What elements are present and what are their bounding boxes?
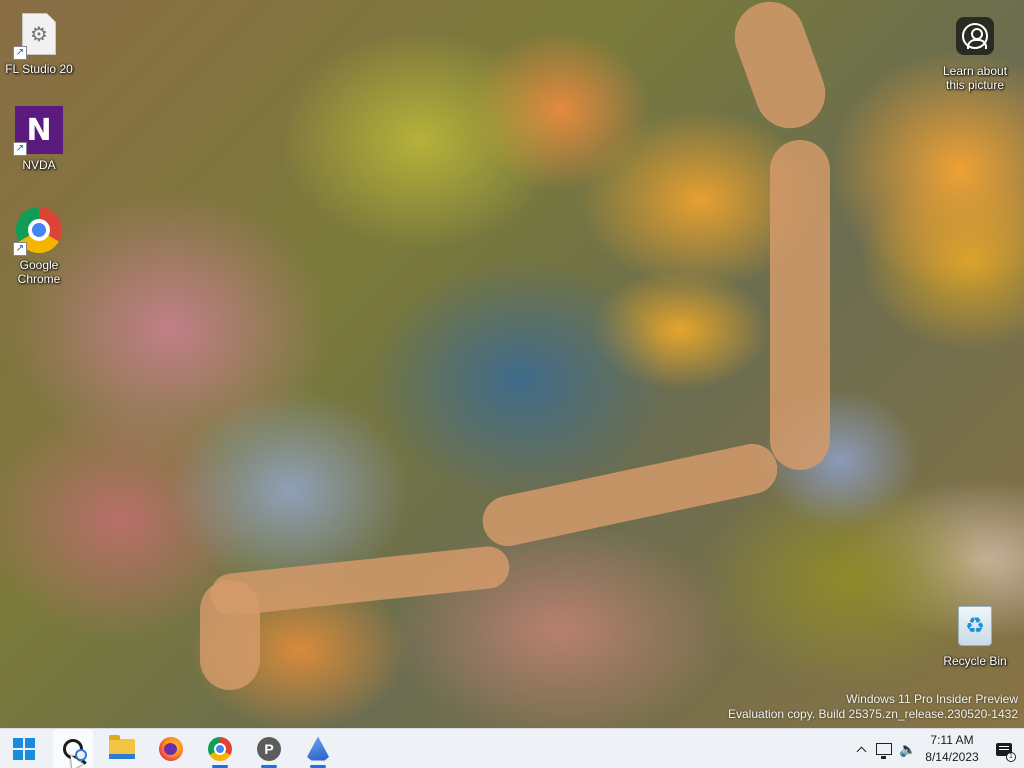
desktop-icon-recycle-bin[interactable]: ♻ Recycle Bin <box>937 602 1013 668</box>
desktop-icon-label: NVDA <box>22 158 56 172</box>
watermark-line-2: Evaluation copy. Build 25375.zn_release.… <box>728 707 1018 721</box>
system-tray: 🔈 7:11 AM 8/14/2023 1 <box>850 729 1024 768</box>
running-indicator <box>310 764 326 768</box>
clock-time: 7:11 AM <box>930 733 974 747</box>
wallpaper-river <box>724 0 836 139</box>
chrome-button[interactable] <box>200 729 240 768</box>
p-app-button[interactable]: P <box>249 729 289 768</box>
shell-icon <box>307 736 329 761</box>
volume-button[interactable]: 🔈 <box>896 729 920 768</box>
shortcut-arrow-icon: ↗ <box>13 46 27 60</box>
network-icon <box>876 743 892 759</box>
desktop-icon-nvda[interactable]: N ↗ NVDA <box>1 106 77 172</box>
wallpaper-river <box>200 580 260 690</box>
shortcut-arrow-icon: ↗ <box>13 142 27 156</box>
chrome-icon: ↗ <box>13 206 63 256</box>
watermark-line-1: Windows 11 Pro Insider Preview <box>846 692 1018 706</box>
clock-date: 8/14/2023 <box>925 750 979 764</box>
notification-count-badge: 1 <box>1006 752 1016 762</box>
firefox-button[interactable] <box>151 729 191 768</box>
volume-icon: 🔈 <box>899 740 917 757</box>
desktop-icon-label: Learn about this picture <box>942 64 1008 92</box>
windows-logo-icon <box>13 737 35 760</box>
clock[interactable]: 7:11 AM 8/14/2023 <box>920 729 984 768</box>
desktop-icon-learn-about-picture[interactable]: Learn about this picture <box>937 12 1013 92</box>
wallpaper-river <box>770 140 830 470</box>
chrome-icon <box>208 736 232 761</box>
desktop-icon-label: Google Chrome <box>17 258 61 286</box>
nvda-icon: N ↗ <box>13 106 63 156</box>
folder-icon <box>109 734 135 759</box>
desktop-icon-label: Recycle Bin <box>943 654 1007 668</box>
p-app-icon: P <box>257 736 281 761</box>
firefox-icon <box>159 736 183 761</box>
fl-studio-icon: ⚙ ↗ <box>13 10 63 60</box>
shortcut-arrow-icon: ↗ <box>13 242 27 256</box>
desktop-icon-google-chrome[interactable]: ↗ Google Chrome <box>1 206 77 286</box>
notification-center-button[interactable]: 1 <box>984 729 1024 768</box>
taskbar: P 🔈 7:11 AM 8/14/2023 1 <box>0 728 1024 768</box>
desktop-icon-label: FL Studio 20 <box>5 62 73 76</box>
running-indicator <box>261 764 277 768</box>
network-button[interactable] <box>872 729 896 768</box>
chevron-up-icon <box>856 746 866 756</box>
camera-icon <box>951 12 999 60</box>
start-button[interactable] <box>4 729 44 768</box>
evaluation-watermark: Windows 11 Pro Insider Preview Evaluatio… <box>728 692 1018 722</box>
shell-app-button[interactable] <box>298 729 338 768</box>
file-explorer-button[interactable] <box>102 729 142 768</box>
desktop-icon-fl-studio[interactable]: ⚙ ↗ FL Studio 20 <box>1 10 77 76</box>
recycle-bin-icon: ♻ <box>951 602 999 650</box>
running-indicator <box>212 764 228 768</box>
wallpaper-river <box>478 439 782 551</box>
show-hidden-icons-button[interactable] <box>850 729 872 768</box>
